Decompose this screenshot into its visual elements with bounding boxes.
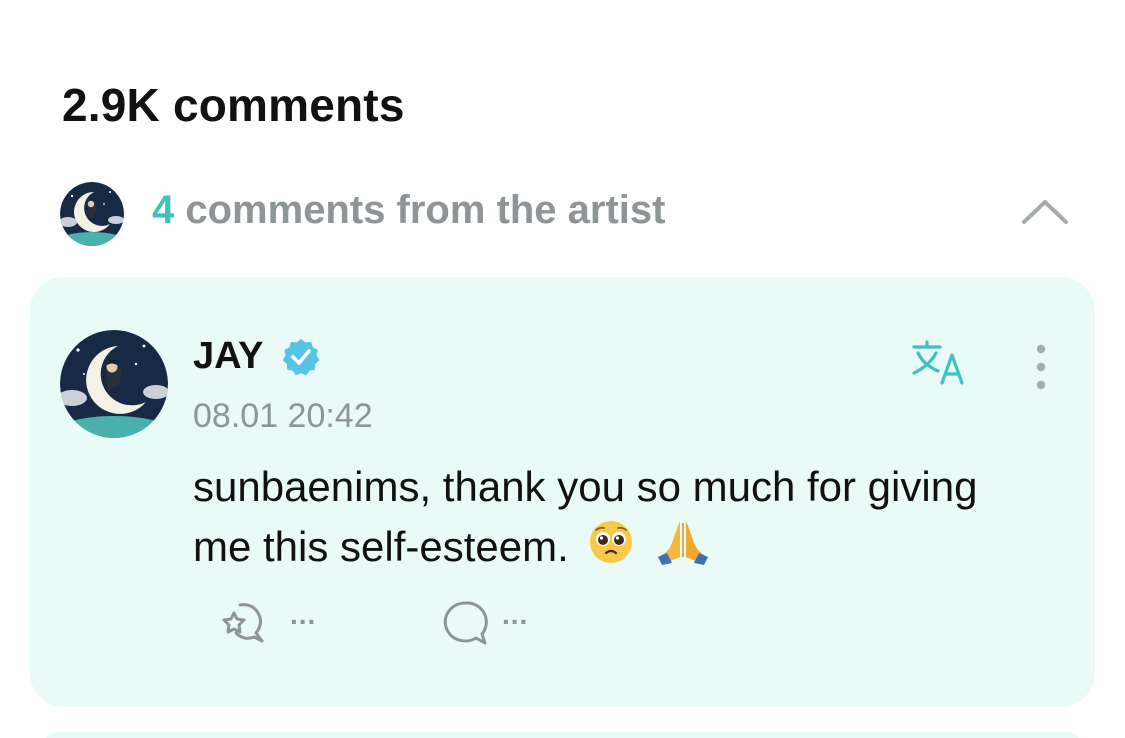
translate-icon[interactable] (910, 339, 974, 389)
artist-avatar (60, 182, 124, 246)
folded-hands-emoji (654, 519, 712, 581)
chevron-up-icon[interactable] (1020, 190, 1070, 230)
artist-comments-count: 4 (152, 188, 175, 232)
reply-bubble-icon (443, 601, 488, 645)
artist-comments-toggle-row[interactable]: 4 comments from the artist (0, 178, 1125, 248)
more-vertical-icon[interactable] (1026, 343, 1056, 393)
cheer-button[interactable]: ... (218, 599, 315, 649)
author-avatar[interactable] (60, 330, 168, 438)
comments-panel: 2.9K comments 4 comments from the artist (0, 0, 1125, 738)
cheer-icon (222, 603, 264, 643)
artist-comments-text: comments from the artist (185, 188, 666, 232)
comment-timestamp: 08.01 20:42 (193, 397, 373, 435)
comments-count-title: 2.9K comments (62, 79, 405, 131)
comment-text-block: sunbaenims, thank you so much for giving… (193, 457, 1013, 581)
comment-text: sunbaenims, thank you so much for giving… (193, 463, 978, 570)
artist-comment-card: JAY 08.01 20:42 sunbaenims, thank you so… (30, 277, 1095, 707)
next-comment-card (40, 732, 1085, 738)
artist-comments-label: 4 comments from the artist (152, 188, 665, 233)
reply-count: ... (502, 599, 529, 630)
verified-badge-icon (281, 337, 321, 377)
pleading-face-emoji (588, 519, 634, 581)
author-name[interactable]: JAY (193, 335, 263, 378)
reply-button[interactable]: ... (440, 599, 527, 649)
cheer-count: ... (290, 599, 317, 630)
